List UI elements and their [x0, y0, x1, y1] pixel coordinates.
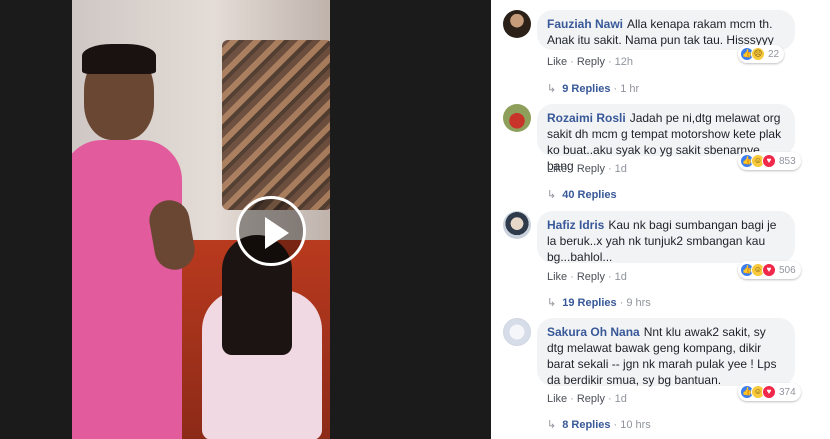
comment-author[interactable]: Fauziah Nawi — [547, 17, 623, 31]
avatar[interactable] — [503, 318, 531, 346]
love-reaction-icon: ♥ — [762, 263, 776, 277]
play-triangle-icon — [265, 217, 289, 249]
hanging-bags — [222, 40, 330, 210]
video-frame — [72, 0, 330, 439]
reaction-summary[interactable]: 👍 ☹ 22 — [738, 45, 785, 63]
love-reaction-icon: ♥ — [762, 154, 776, 168]
reaction-count: 374 — [779, 386, 796, 398]
comment-bubble: Hafiz Idris Kau nk bagi sumbangan bagi je… — [537, 211, 795, 264]
replies-time: 9 hrs — [626, 297, 651, 309]
play-circle-icon[interactable] — [236, 196, 306, 266]
view-replies-link[interactable]: ↳ 19 Replies · 9 hrs — [547, 296, 651, 309]
love-reaction-icon: ♥ — [762, 385, 776, 399]
reply-arrow-icon: ↳ — [547, 297, 557, 309]
sad-reaction-icon: ☹ — [751, 47, 765, 61]
man-pink-shirt — [72, 140, 182, 439]
reply-arrow-icon: ↳ — [547, 83, 557, 95]
comment-actions: Like · Reply · 1d — [547, 271, 627, 283]
comment-bubble: Sakura Oh Nana Nnt klu awak2 sakit, sy dt… — [537, 318, 795, 387]
comment-actions: Like · Reply · 1d — [547, 393, 627, 405]
view-replies-link[interactable]: ↳ 8 Replies · 10 hrs — [547, 418, 651, 431]
comment-bubble: Fauziah Nawi Alla kenapa rakam mcm th. An… — [537, 10, 795, 50]
reply-link[interactable]: Reply — [577, 163, 605, 175]
man-hair — [82, 44, 156, 74]
replies-label[interactable]: 9 Replies — [562, 83, 610, 95]
reply-link[interactable]: Reply — [577, 271, 605, 283]
comment-bubble: Rozaimi Rosli Jadah pe ni,dtg melawat org… — [537, 104, 795, 173]
comments-panel: Fauziah Nawi Alla kenapa rakam mcm th. An… — [491, 0, 830, 439]
comment-time[interactable]: 1d — [615, 393, 627, 405]
replies-label[interactable]: 40 Replies — [562, 189, 616, 201]
comment-author[interactable]: Hafiz Idris — [547, 218, 604, 232]
comment-time[interactable]: 1d — [615, 271, 627, 283]
replies-time: 1 hr — [620, 83, 640, 95]
reply-link[interactable]: Reply — [577, 393, 605, 405]
reaction-count: 506 — [779, 264, 796, 276]
like-link[interactable]: Like — [547, 56, 567, 68]
like-link[interactable]: Like — [547, 393, 567, 405]
reaction-summary[interactable]: 👍 ☺ ♥ 506 — [738, 261, 801, 279]
replies-label[interactable]: 19 Replies — [562, 297, 616, 309]
view-replies-link[interactable]: ↳ 40 Replies — [547, 188, 617, 201]
comment-time[interactable]: 1d — [615, 163, 627, 175]
reaction-summary[interactable]: 👍 ☺ ♥ 374 — [738, 383, 801, 401]
comment-author[interactable]: Sakura Oh Nana — [547, 325, 640, 339]
like-link[interactable]: Like — [547, 271, 567, 283]
like-link[interactable]: Like — [547, 163, 567, 175]
replies-label[interactable]: 8 Replies — [562, 419, 610, 431]
reaction-count: 22 — [768, 48, 780, 60]
comment-author[interactable]: Rozaimi Rosli — [547, 111, 626, 125]
comment-actions: Like · Reply · 1d — [547, 163, 627, 175]
avatar[interactable] — [503, 10, 531, 38]
avatar[interactable] — [503, 104, 531, 132]
view-replies-link[interactable]: ↳ 9 Replies · 1 hr — [547, 82, 639, 95]
reply-link[interactable]: Reply — [577, 56, 605, 68]
reaction-summary[interactable]: 👍 ☺ ♥ 853 — [738, 152, 801, 170]
replies-time: 10 hrs — [620, 419, 651, 431]
reply-arrow-icon: ↳ — [547, 419, 557, 431]
avatar[interactable] — [503, 211, 531, 239]
reply-arrow-icon: ↳ — [547, 189, 557, 201]
comment-time[interactable]: 12h — [615, 56, 633, 68]
video-player[interactable] — [0, 0, 491, 439]
comment-actions: Like · Reply · 12h — [547, 56, 634, 68]
reaction-count: 853 — [779, 155, 796, 167]
